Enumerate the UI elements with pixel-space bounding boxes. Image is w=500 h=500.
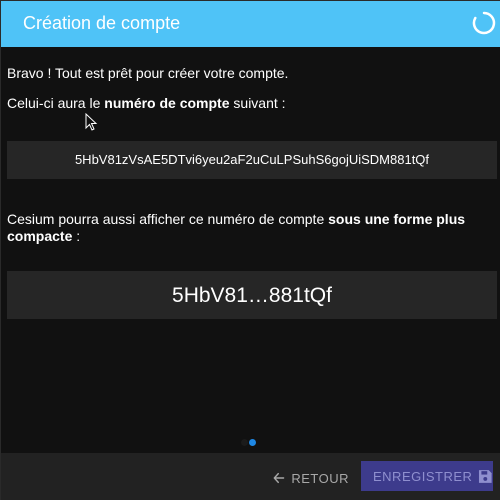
- account-number-compact: 5HbV81…881tQf: [172, 284, 332, 307]
- dialog-header: Création de compte: [1, 1, 500, 47]
- account-number-box: 5HbV81zVsAE5DTvi6yeu2aF2uCuLPSuhS6gojUiS…: [7, 141, 497, 179]
- success-message: Bravo ! Tout est prêt pour créer votre c…: [7, 65, 289, 81]
- back-button[interactable]: RETOUR: [267, 463, 349, 493]
- intro-text-post: suivant :: [229, 95, 286, 111]
- save-button-label: ENREGISTRER: [373, 468, 473, 484]
- account-number-intro: Celui-ci aura le numéro de compte suivan…: [7, 95, 495, 112]
- account-number-full: 5HbV81zVsAE5DTvi6yeu2aF2uCuLPSuhS6gojUiS…: [74, 152, 430, 167]
- account-number-compact-box: 5HbV81…881tQf: [7, 271, 497, 319]
- save-button[interactable]: ENREGISTRER: [361, 461, 493, 491]
- intro-text-pre: Celui-ci aura le: [7, 95, 105, 111]
- page-dot-1[interactable]: [241, 439, 248, 446]
- dialog-window: Création de compte Bravo ! Tout est prêt…: [0, 0, 500, 500]
- back-button-label: RETOUR: [291, 470, 349, 486]
- mouse-cursor-icon: [85, 113, 98, 131]
- compact-text-post: :: [72, 228, 81, 244]
- compact-text-pre: Cesium pourra aussi afficher ce numéro d…: [7, 211, 329, 227]
- arrow-left-icon: [273, 472, 285, 484]
- compact-format-intro: Cesium pourra aussi afficher ce numéro d…: [7, 211, 495, 245]
- dialog-title: Création de compte: [23, 13, 181, 33]
- page-dot-2-active[interactable]: [249, 439, 256, 446]
- dialog-content: Bravo ! Tout est prêt pour créer votre c…: [1, 47, 500, 453]
- save-icon: [479, 469, 493, 483]
- dialog-footer: RETOUR ENREGISTRER: [1, 453, 500, 500]
- loading-spinner-icon: [472, 11, 496, 35]
- pagination-dots: [241, 439, 261, 447]
- intro-text-bold: numéro de compte: [104, 95, 230, 111]
